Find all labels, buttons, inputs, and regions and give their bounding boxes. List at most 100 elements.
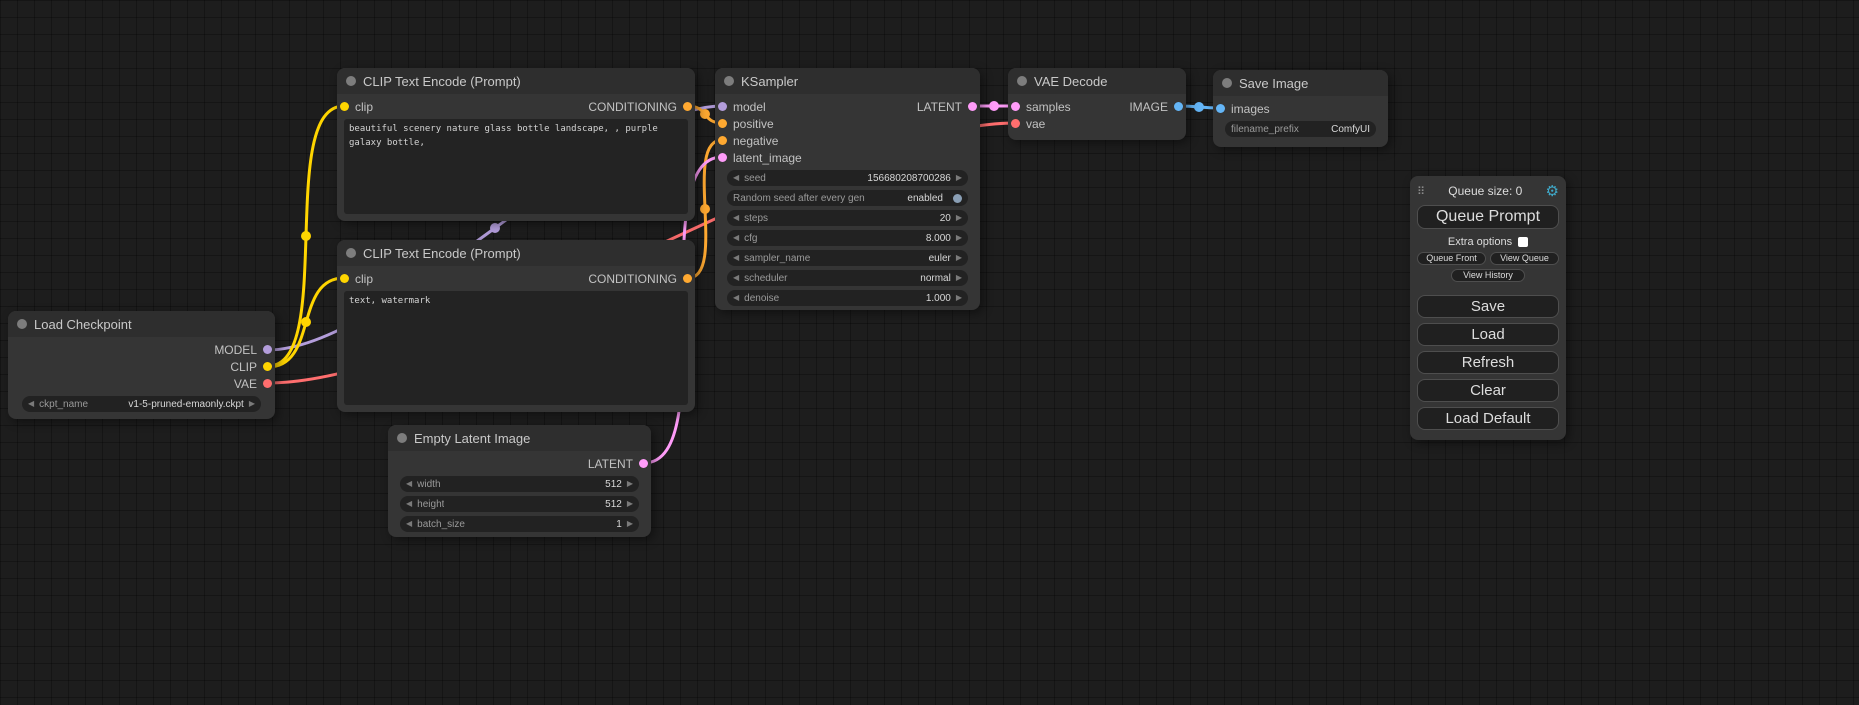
widget-filename-prefix[interactable]: filename_prefix ComfyUI [1225,121,1376,137]
widget-width[interactable]: ◀ width 512 ▶ [400,476,639,492]
increment-arrow-icon[interactable]: ▶ [956,254,962,262]
clip-slot-dot-icon[interactable] [263,362,272,371]
clear-button[interactable]: Clear [1417,379,1559,402]
drag-handle-icon[interactable]: ⠿ [1417,185,1425,198]
toggle-on-indicator[interactable] [953,194,962,203]
node-titlebar[interactable]: CLIP Text Encode (Prompt) [337,68,695,94]
model-slot-dot-icon[interactable] [718,102,727,111]
input-slot-clip[interactable]: clip [340,272,373,286]
increment-arrow-icon[interactable]: ▶ [249,400,255,408]
decrement-arrow-icon[interactable]: ◀ [733,214,739,222]
node-status-dot-icon[interactable] [1017,76,1027,86]
refresh-button[interactable]: Refresh [1417,351,1559,374]
output-slot-clip[interactable]: CLIP [230,360,272,374]
prompt-textarea[interactable]: text, watermark [344,291,688,405]
node-empty-latent-image[interactable]: Empty Latent Image LATENT ◀ width 512 ▶ … [388,425,651,537]
node-clip-text-encode-negative[interactable]: CLIP Text Encode (Prompt) clip CONDITION… [337,240,695,412]
view-queue-button[interactable]: View Queue [1490,252,1559,265]
decrement-arrow-icon[interactable]: ◀ [406,480,412,488]
node-titlebar[interactable]: Empty Latent Image [388,425,651,451]
increment-arrow-icon[interactable]: ▶ [956,294,962,302]
latent-slot-dot-icon[interactable] [639,459,648,468]
node-titlebar[interactable]: Save Image [1213,70,1388,96]
increment-arrow-icon[interactable]: ▶ [956,234,962,242]
increment-arrow-icon[interactable]: ▶ [956,274,962,282]
image-slot-dot-icon[interactable] [1216,104,1225,113]
node-load-checkpoint[interactable]: Load Checkpoint MODEL CLIP VAE ◀ ckpt_na… [8,311,275,419]
save-button[interactable]: Save [1417,295,1559,318]
gear-icon[interactable]: ⚙ [1546,184,1559,199]
output-slot-model[interactable]: MODEL [214,343,272,357]
vae-slot-dot-icon[interactable] [263,379,272,388]
increment-arrow-icon[interactable]: ▶ [627,480,633,488]
increment-arrow-icon[interactable]: ▶ [627,500,633,508]
latent-slot-dot-icon[interactable] [968,102,977,111]
decrement-arrow-icon[interactable]: ◀ [733,274,739,282]
input-slot-positive[interactable]: positive [718,117,774,131]
decrement-arrow-icon[interactable]: ◀ [733,254,739,262]
node-save-image[interactable]: Save Image images filename_prefix ComfyU… [1213,70,1388,147]
decrement-arrow-icon[interactable]: ◀ [406,520,412,528]
increment-arrow-icon[interactable]: ▶ [627,520,633,528]
node-status-dot-icon[interactable] [724,76,734,86]
vae-slot-dot-icon[interactable] [1011,119,1020,128]
node-titlebar[interactable]: VAE Decode [1008,68,1186,94]
node-status-dot-icon[interactable] [17,319,27,329]
input-slot-samples[interactable]: samples [1011,100,1071,114]
decrement-arrow-icon[interactable]: ◀ [733,234,739,242]
clip-slot-dot-icon[interactable] [340,102,349,111]
node-status-dot-icon[interactable] [1222,78,1232,88]
node-clip-text-encode-positive[interactable]: CLIP Text Encode (Prompt) clip CONDITION… [337,68,695,221]
clip-slot-dot-icon[interactable] [340,274,349,283]
decrement-arrow-icon[interactable]: ◀ [28,400,34,408]
load-button[interactable]: Load [1417,323,1559,346]
input-slot-images[interactable]: images [1216,102,1270,116]
widget-denoise[interactable]: ◀ denoise 1.000 ▶ [727,290,968,306]
model-slot-dot-icon[interactable] [263,345,272,354]
widget-sampler-name[interactable]: ◀ sampler_name euler ▶ [727,250,968,266]
node-titlebar[interactable]: Load Checkpoint [8,311,275,337]
output-slot-conditioning[interactable]: CONDITIONING [588,272,692,286]
widget-random-seed-toggle[interactable]: Random seed after every gen enabled [727,190,968,206]
node-status-dot-icon[interactable] [346,76,356,86]
increment-arrow-icon[interactable]: ▶ [956,214,962,222]
conditioning-slot-dot-icon[interactable] [683,274,692,283]
node-status-dot-icon[interactable] [346,248,356,258]
widget-batch-size[interactable]: ◀ batch_size 1 ▶ [400,516,639,532]
widget-cfg[interactable]: ◀ cfg 8.000 ▶ [727,230,968,246]
input-slot-negative[interactable]: negative [718,134,778,148]
output-slot-latent[interactable]: LATENT [588,457,648,471]
input-slot-clip[interactable]: clip [340,100,373,114]
view-history-button[interactable]: View History [1451,269,1525,282]
conditioning-slot-dot-icon[interactable] [718,119,727,128]
output-slot-image[interactable]: IMAGE [1129,100,1183,114]
node-vae-decode[interactable]: VAE Decode samples IMAGE vae [1008,68,1186,140]
output-slot-latent[interactable]: LATENT [917,100,977,114]
input-slot-model[interactable]: model [718,100,766,114]
output-slot-conditioning[interactable]: CONDITIONING [588,100,692,114]
input-slot-vae[interactable]: vae [1011,117,1045,131]
widget-ckpt-name[interactable]: ◀ ckpt_name v1-5-pruned-emaonly.ckpt ▶ [22,396,261,412]
conditioning-slot-dot-icon[interactable] [718,136,727,145]
load-default-button[interactable]: Load Default [1417,407,1559,430]
widget-steps[interactable]: ◀ steps 20 ▶ [727,210,968,226]
decrement-arrow-icon[interactable]: ◀ [733,174,739,182]
prompt-textarea[interactable]: beautiful scenery nature glass bottle la… [344,119,688,214]
latent-slot-dot-icon[interactable] [718,153,727,162]
decrement-arrow-icon[interactable]: ◀ [406,500,412,508]
increment-arrow-icon[interactable]: ▶ [956,174,962,182]
widget-scheduler[interactable]: ◀ scheduler normal ▶ [727,270,968,286]
widget-seed[interactable]: ◀ seed 156680208700286 ▶ [727,170,968,186]
latent-slot-dot-icon[interactable] [1011,102,1020,111]
widget-height[interactable]: ◀ height 512 ▶ [400,496,639,512]
node-titlebar[interactable]: KSampler [715,68,980,94]
input-slot-latent-image[interactable]: latent_image [718,151,802,165]
extra-options-checkbox[interactable] [1518,237,1528,247]
node-ksampler[interactable]: KSampler model LATENT positive negative … [715,68,980,310]
queue-front-button[interactable]: Queue Front [1417,252,1486,265]
image-slot-dot-icon[interactable] [1174,102,1183,111]
conditioning-slot-dot-icon[interactable] [683,102,692,111]
node-titlebar[interactable]: CLIP Text Encode (Prompt) [337,240,695,266]
node-status-dot-icon[interactable] [397,433,407,443]
output-slot-vae[interactable]: VAE [234,377,272,391]
